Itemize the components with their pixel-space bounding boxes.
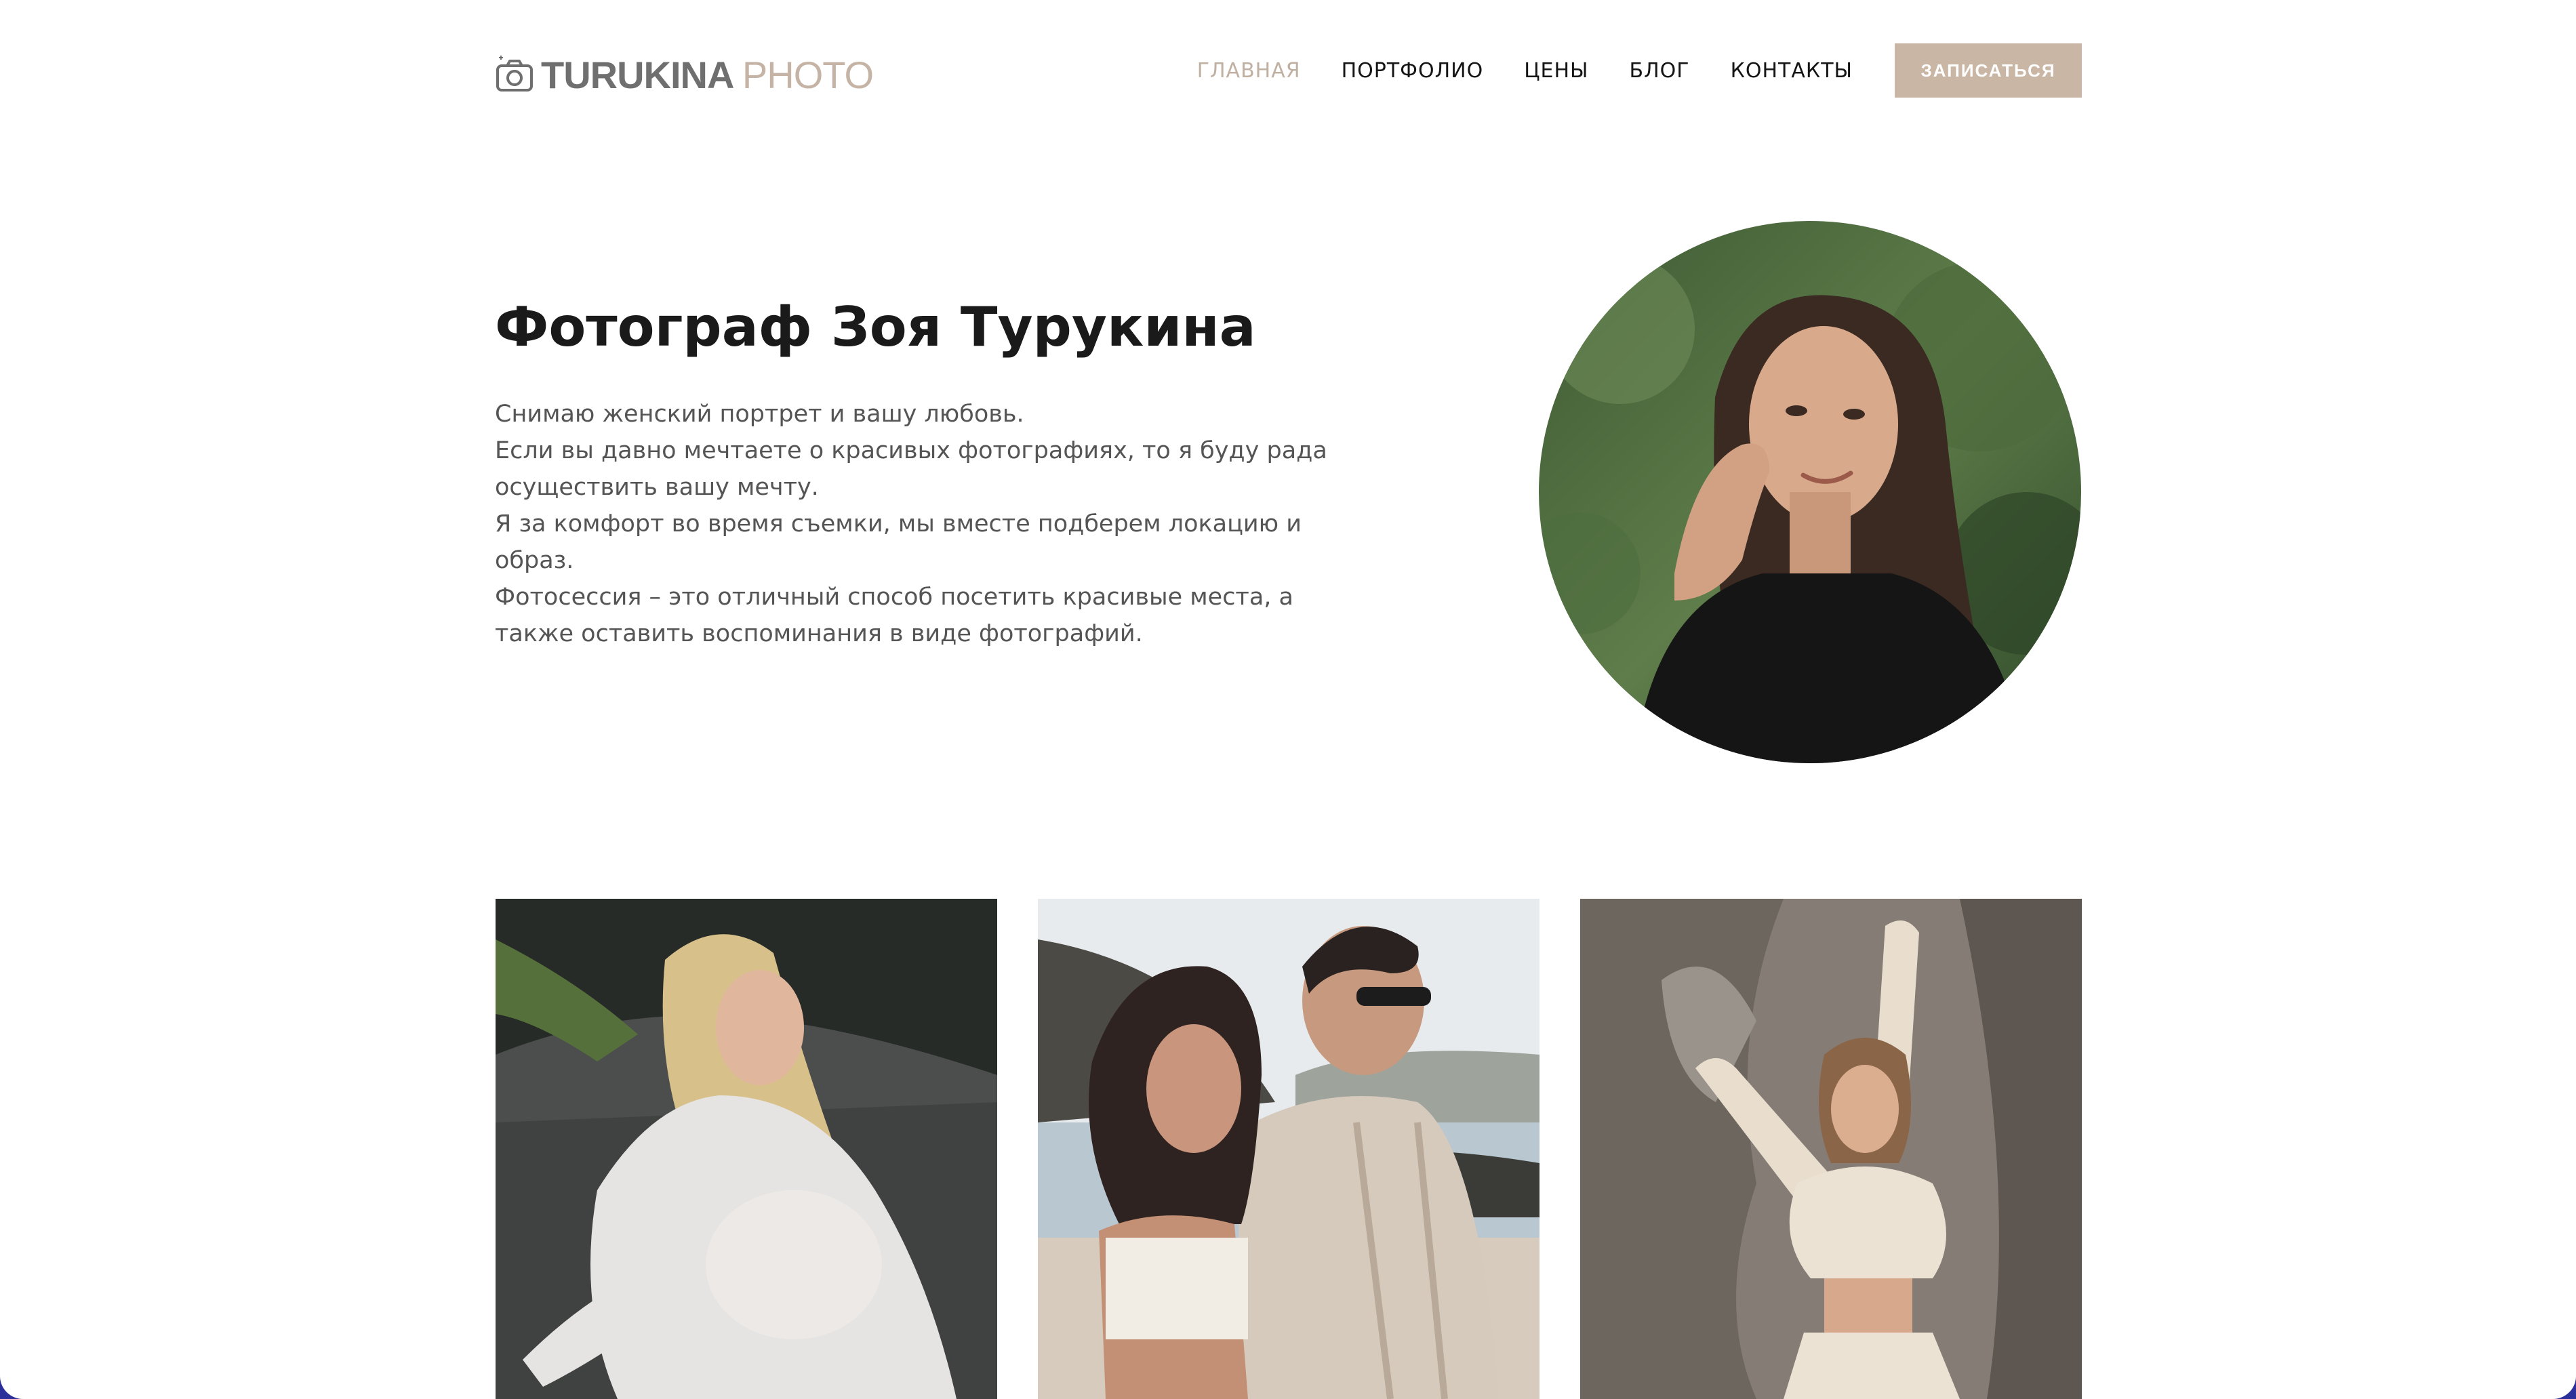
hero-paragraph: Я за комфорт во время съемки, мы вместе … [495, 510, 1302, 574]
nav-link-blog[interactable]: БЛОГ [1630, 59, 1690, 83]
nav-link-portfolio[interactable]: ПОРТФОЛИО [1342, 59, 1484, 83]
nav-link-home[interactable]: ГЛАВНАЯ [1197, 59, 1301, 83]
hero-description: Снимаю женский портрет и вашу любовь. Ес… [495, 396, 1342, 652]
page: TURUKINA PHOTO ГЛАВНАЯ ПОРТФОЛИО ЦЕНЫ БЛ… [0, 0, 2576, 1399]
page-title: Фотограф Зоя Турукина [495, 296, 1256, 359]
main-nav: ГЛАВНАЯ ПОРТФОЛИО ЦЕНЫ БЛОГ КОНТАКТЫ ЗАП… [1197, 43, 2082, 98]
camera-icon [496, 56, 533, 92]
nav-link-prices[interactable]: ЦЕНЫ [1524, 59, 1588, 83]
logo-wordmark: TURUKINA PHOTO [541, 53, 874, 97]
hero-paragraph: Снимаю женский портрет и вашу любовь. [495, 401, 1024, 428]
hero-paragraph: Если вы давно мечтаете о красивых фотогр… [495, 437, 1327, 501]
book-session-button[interactable]: ЗАПИСАТЬСЯ [1895, 43, 2082, 98]
logo-brand: TURUKINA [541, 53, 733, 96]
logo-brand-accent: PHOTO [742, 53, 874, 96]
gallery-photo[interactable] [1580, 899, 2082, 1399]
hero-paragraph: Фотосессия – это отличный способ посетит… [495, 584, 1293, 647]
nav-link-contacts[interactable]: КОНТАКТЫ [1731, 59, 1853, 83]
gallery-photo[interactable] [496, 899, 997, 1399]
photographer-portrait [1539, 221, 2081, 763]
gallery-photo[interactable] [1038, 899, 1539, 1399]
site-logo[interactable]: TURUKINA PHOTO [495, 47, 874, 102]
